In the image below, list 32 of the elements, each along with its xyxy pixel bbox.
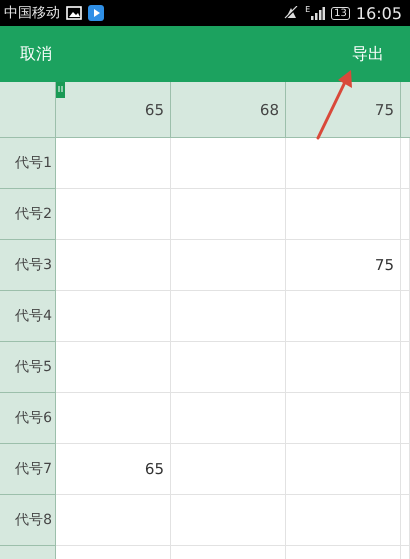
clock: 16:05 — [356, 4, 402, 22]
row-header[interactable]: 代号6 — [0, 393, 56, 444]
row-header[interactable]: 代号7 — [0, 444, 56, 495]
table-cell — [401, 495, 410, 546]
table-cell — [401, 342, 410, 393]
row-header[interactable]: 代号2 — [0, 189, 56, 240]
play-icon — [88, 5, 104, 21]
table-cell — [401, 240, 410, 291]
muted-bell-icon — [283, 6, 300, 20]
table-cell — [401, 393, 410, 444]
carrier-name: 中国移动 — [4, 4, 60, 22]
table-cell: 75 — [286, 240, 401, 291]
row-header[interactable]: 代号5 — [0, 342, 56, 393]
battery-level: 13 — [331, 6, 350, 20]
column-header[interactable]: 68 — [171, 82, 286, 138]
row-header[interactable]: 代号1 — [0, 138, 56, 189]
network-type: E — [305, 5, 310, 14]
table-cell — [401, 444, 410, 495]
column-header[interactable]: 65 — [56, 82, 171, 138]
image-icon — [66, 6, 82, 20]
corner-cell — [0, 82, 56, 138]
column-header[interactable] — [401, 82, 410, 138]
table-cell — [401, 138, 410, 189]
row-header[interactable]: 代号3 — [0, 240, 56, 291]
table-cell — [401, 189, 410, 240]
row-header[interactable]: 代号4 — [0, 291, 56, 342]
column-header[interactable]: 75 — [286, 82, 401, 138]
freeze-handle-icon[interactable] — [56, 82, 65, 98]
row-header[interactable]: 代号8 — [0, 495, 56, 546]
table-cell: 65 — [56, 444, 171, 495]
table-cell — [401, 291, 410, 342]
signal-icon — [311, 6, 326, 20]
